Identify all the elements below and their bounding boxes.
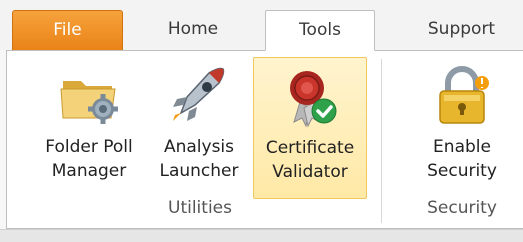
tab-file[interactable]: File xyxy=(12,10,123,50)
enable-security-label: Enable Security xyxy=(407,135,517,183)
rocket-icon xyxy=(173,67,225,121)
padlock-icon xyxy=(439,66,489,124)
application-window: File Home Tools Support Folder Poll Mana… xyxy=(0,0,523,242)
tab-tools[interactable]: Tools xyxy=(265,10,375,51)
group-separator xyxy=(381,59,382,223)
label-line: Launcher xyxy=(159,161,239,181)
certificate-validator-label: Certificate Validator xyxy=(254,136,366,184)
label-line: Security xyxy=(427,161,497,181)
label-line: Validator xyxy=(272,162,348,182)
folder-poll-manager-button[interactable]: Folder Poll Manager xyxy=(33,57,145,199)
label-line: Certificate xyxy=(265,138,355,158)
label-line: Enable xyxy=(433,137,491,157)
group-label-security: Security xyxy=(427,198,497,218)
certificate-check-icon xyxy=(290,71,337,128)
folder-gear-icon xyxy=(60,81,118,124)
ribbon-panel: Folder Poll Manager Analysis Launcher Ce… xyxy=(6,50,523,229)
analysis-launcher-button[interactable]: Analysis Launcher xyxy=(149,57,249,199)
ribbon-tab-strip: File Home Tools Support xyxy=(0,0,523,51)
tab-support[interactable]: Support xyxy=(400,10,523,50)
group-label-utilities: Utilities xyxy=(168,198,232,218)
label-line: Analysis xyxy=(163,137,235,157)
tab-home[interactable]: Home xyxy=(138,10,248,50)
enable-security-button[interactable]: Enable Security xyxy=(407,57,517,199)
label-line: Manager xyxy=(51,161,127,181)
analysis-launcher-label: Analysis Launcher xyxy=(149,135,249,183)
certificate-validator-button[interactable]: Certificate Validator xyxy=(253,57,367,199)
label-line: Folder Poll xyxy=(45,137,133,157)
folder-poll-manager-label: Folder Poll Manager xyxy=(33,135,145,183)
ribbon-bottom-strip xyxy=(0,229,523,242)
